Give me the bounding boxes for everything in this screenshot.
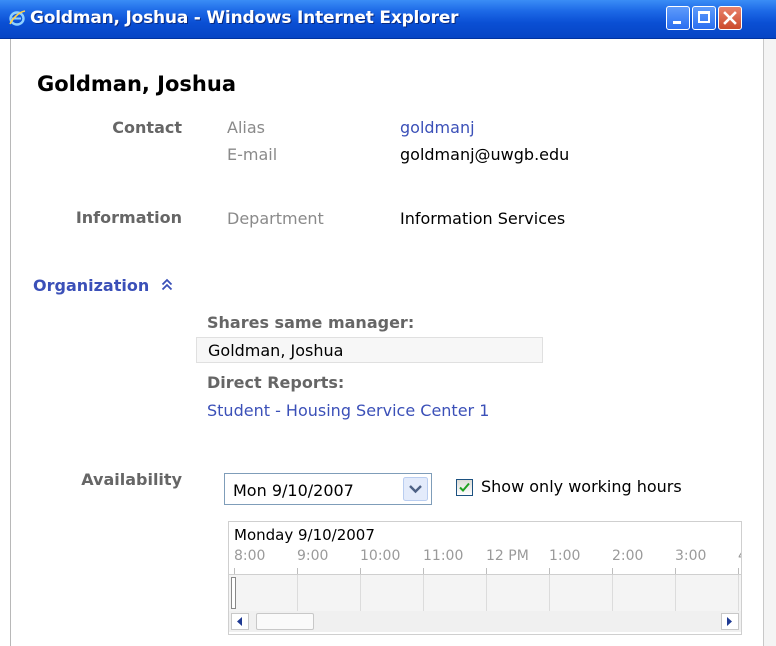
- shares-manager-value: Goldman, Joshua: [208, 341, 344, 360]
- date-select[interactable]: Mon 9/10/2007: [224, 473, 432, 505]
- minimize-button[interactable]: [666, 6, 690, 30]
- grid-line: [360, 575, 361, 612]
- time-label: 8:00: [234, 548, 266, 564]
- arrow-left-icon: [237, 617, 242, 626]
- direct-reports-label: Direct Reports:: [207, 373, 345, 392]
- collapse-up-chevron-icon: [161, 278, 172, 291]
- availability-section-label: Availability: [81, 470, 182, 489]
- dropdown-arrow-icon[interactable]: [403, 477, 428, 501]
- grid-line: [486, 575, 487, 612]
- department-value: Information Services: [400, 209, 566, 228]
- title-bar[interactable]: Goldman, Joshua - Windows Internet Explo…: [0, 0, 776, 39]
- time-label: 9:00: [297, 548, 329, 564]
- ie-logo-icon: [9, 10, 26, 26]
- checkmark-icon: [459, 482, 470, 492]
- alias-label: Alias: [227, 118, 265, 137]
- working-hours-label[interactable]: Show only working hours: [481, 477, 682, 496]
- direct-report-link[interactable]: Student - Housing Service Center 1: [207, 401, 489, 420]
- grid-line: [297, 575, 298, 612]
- window-frame-left: [10, 39, 11, 646]
- grid-line: [675, 575, 676, 612]
- alias-link[interactable]: goldmanj: [400, 118, 475, 137]
- time-label: 2:00: [612, 548, 644, 564]
- scroll-left-button[interactable]: [231, 613, 249, 630]
- schedule-horizontal-scrollbar[interactable]: [229, 611, 741, 632]
- current-time-marker: [231, 577, 236, 609]
- information-section-label: Information: [75, 208, 182, 227]
- department-label: Department: [227, 209, 324, 228]
- window-frame-edge: [764, 39, 776, 646]
- close-icon: [723, 11, 737, 25]
- close-button[interactable]: [718, 6, 742, 30]
- time-label: 10:00: [360, 548, 401, 564]
- shares-manager-label: Shares same manager:: [207, 313, 415, 332]
- grid-line: [738, 575, 739, 612]
- browser-window: Goldman, Joshua - Windows Internet Explo…: [0, 0, 776, 646]
- time-label: 12 PM: [486, 548, 529, 564]
- grid-line: [423, 575, 424, 612]
- organization-toggle[interactable]: Organization: [33, 276, 173, 295]
- grid-line: [612, 575, 613, 612]
- email-value: goldmanj@uwgb.edu: [400, 145, 570, 164]
- working-hours-checkbox[interactable]: [456, 479, 473, 496]
- time-label: 4: [738, 548, 741, 564]
- date-select-value: Mon 9/10/2007: [233, 481, 354, 500]
- person-name: Goldman, Joshua: [37, 72, 236, 96]
- schedule-day-heading: Monday 9/10/2007: [234, 526, 375, 544]
- maximize-icon: [698, 11, 710, 23]
- time-label: 1:00: [549, 548, 581, 564]
- schedule-grid[interactable]: [229, 574, 741, 613]
- maximize-button[interactable]: [692, 6, 716, 30]
- grid-line: [549, 575, 550, 612]
- organization-section-label: Organization: [33, 276, 150, 295]
- time-label: 3:00: [675, 548, 707, 564]
- minimize-icon: [673, 21, 681, 24]
- scrollbar-thumb[interactable]: [256, 613, 314, 630]
- email-label: E-mail: [227, 145, 278, 164]
- arrow-right-icon: [727, 617, 732, 626]
- shares-manager-box: Goldman, Joshua: [196, 337, 543, 363]
- time-label: 11:00: [423, 548, 464, 564]
- availability-schedule: Monday 9/10/2007 8:00 9:00 10:00 11:00 1…: [228, 521, 742, 635]
- scroll-right-button[interactable]: [721, 613, 739, 630]
- window-title: Goldman, Joshua - Windows Internet Explo…: [30, 8, 459, 28]
- contact-section-label: Contact: [112, 118, 182, 137]
